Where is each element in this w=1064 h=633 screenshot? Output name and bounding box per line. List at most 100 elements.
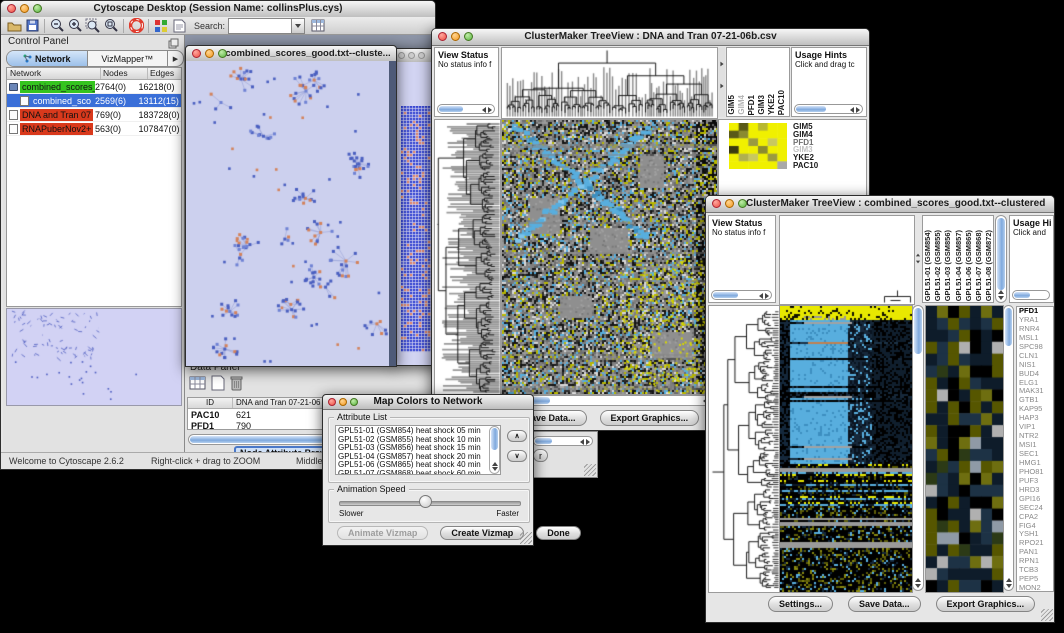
dialog-button[interactable]: Animate Vizmap bbox=[337, 526, 428, 540]
minimize-icon[interactable] bbox=[725, 199, 734, 208]
scroll-thumb[interactable] bbox=[491, 428, 498, 450]
move-down-button[interactable]: ∨ bbox=[507, 450, 527, 462]
close-icon[interactable] bbox=[7, 4, 16, 13]
zoom-window-icon[interactable] bbox=[218, 49, 227, 58]
minimize-icon[interactable] bbox=[451, 32, 460, 41]
gene-label[interactable]: MON2 bbox=[1019, 584, 1053, 592]
network-view-title-bar[interactable]: combined_scores_good.txt--cluste... bbox=[186, 46, 396, 62]
search-dropdown-button[interactable] bbox=[292, 18, 305, 34]
zoom-window-icon[interactable] bbox=[464, 32, 473, 41]
grid-network-canvas[interactable] bbox=[401, 106, 432, 354]
zoom-window-icon[interactable] bbox=[738, 199, 747, 208]
dialog-title-bar[interactable]: Map Colors to Network bbox=[323, 395, 533, 410]
treeview-button[interactable]: Export Graphics... bbox=[600, 410, 700, 426]
dialog-button[interactable]: Done bbox=[536, 526, 581, 540]
help-icon[interactable] bbox=[127, 18, 145, 34]
array-label[interactable]: GIM5 bbox=[727, 95, 737, 115]
array-label[interactable]: GPL51-08 (GSM872) bbox=[984, 230, 994, 301]
array-label[interactable]: GPL51-04 (GSM857) bbox=[954, 230, 964, 301]
scroll-thumb[interactable] bbox=[914, 308, 922, 354]
minimize-icon[interactable] bbox=[339, 398, 347, 406]
zoom-out-icon[interactable] bbox=[48, 18, 66, 34]
zoom-heatmap-canvas[interactable] bbox=[729, 123, 787, 169]
detail-heatmap-canvas[interactable] bbox=[925, 305, 1004, 593]
network-canvas-area[interactable] bbox=[186, 61, 396, 366]
annotation-icon[interactable] bbox=[170, 18, 188, 34]
network-table-row[interactable]: combined_sco 2569(6) 13112(15) bbox=[7, 94, 181, 108]
network-table-row[interactable]: RNAPuberNov2+ 563(0) 107847(0) bbox=[7, 122, 181, 136]
array-label-vscroll[interactable] bbox=[995, 215, 1007, 303]
treeview1-title-bar[interactable]: ClusterMaker TreeView : DNA and Tran 07-… bbox=[432, 29, 869, 46]
attribute-browser-icon[interactable] bbox=[309, 18, 327, 34]
array-label[interactable]: GIM3 bbox=[757, 95, 767, 115]
zoom-in-icon[interactable] bbox=[66, 18, 84, 34]
minimize-icon[interactable] bbox=[408, 52, 415, 59]
usage-hints-hscroll[interactable] bbox=[1012, 290, 1050, 300]
attribute-listbox[interactable]: GPL51-01 (GSM854) heat shock 05 minGPL51… bbox=[335, 425, 501, 475]
dialog-button[interactable]: Create Vizmap bbox=[440, 526, 524, 540]
column-dendrogram-canvas[interactable] bbox=[501, 47, 718, 119]
network-table-row[interactable]: DNA and Tran 07 769(0) 183728(0) bbox=[7, 108, 181, 122]
array-scroll-strip[interactable] bbox=[718, 47, 725, 117]
zoom-fit-icon[interactable] bbox=[84, 18, 102, 34]
array-label[interactable]: GIM4 bbox=[737, 95, 747, 115]
global-vscroll[interactable] bbox=[912, 305, 924, 591]
close-icon[interactable] bbox=[328, 398, 336, 406]
close-icon[interactable] bbox=[712, 199, 721, 208]
array-label[interactable]: GPL51-06 (GSM865) bbox=[964, 230, 974, 301]
zoom-window-icon[interactable] bbox=[418, 52, 425, 59]
search-input[interactable] bbox=[228, 18, 292, 34]
row-dendrogram-canvas[interactable] bbox=[434, 119, 501, 395]
treeview-button[interactable]: Save Data... bbox=[848, 596, 921, 612]
array-label[interactable]: PFD1 bbox=[747, 95, 757, 115]
network-canvas[interactable] bbox=[186, 61, 389, 366]
view-status-hscroll[interactable] bbox=[437, 104, 495, 114]
zoom-window-icon[interactable] bbox=[350, 398, 358, 406]
attribute-item[interactable]: GPL51-07 (GSM868) heat shock 60 min bbox=[338, 470, 500, 476]
network-table-row[interactable]: combined_scores_ 2764(0) 16218(0) bbox=[7, 80, 181, 94]
global-heatmap-canvas[interactable] bbox=[779, 305, 913, 593]
delete-attribute-icon[interactable] bbox=[230, 375, 243, 396]
close-icon[interactable] bbox=[438, 32, 447, 41]
network-overview[interactable] bbox=[6, 308, 182, 406]
overview-canvas[interactable] bbox=[7, 309, 181, 405]
fragment-hscroll[interactable] bbox=[533, 436, 593, 446]
zoom-window-icon[interactable] bbox=[33, 4, 42, 13]
resize-grip[interactable] bbox=[520, 532, 532, 544]
column-dendrogram-canvas[interactable] bbox=[779, 215, 915, 305]
tab-overflow[interactable]: ▶ bbox=[168, 51, 183, 66]
tab-vizmapper[interactable]: VizMapper™ bbox=[88, 51, 169, 66]
vizmapper-icon[interactable] bbox=[152, 18, 170, 34]
array-label[interactable]: GPL51-02 (GSM855) bbox=[933, 230, 943, 301]
zoom-selected-icon[interactable] bbox=[102, 18, 120, 34]
treeview-button[interactable]: Export Graphics... bbox=[936, 596, 1036, 612]
resize-grip[interactable] bbox=[1041, 609, 1053, 621]
treeview2-title-bar[interactable]: ClusterMaker TreeView : combined_scores_… bbox=[706, 196, 1054, 213]
network-table-header[interactable]: Network Nodes Edges bbox=[7, 68, 181, 80]
speed-slider-thumb[interactable] bbox=[419, 495, 432, 508]
scroll-thumb[interactable] bbox=[1005, 308, 1012, 346]
close-icon[interactable] bbox=[398, 52, 405, 59]
attribute-vscroll[interactable] bbox=[489, 426, 500, 474]
treeview-button[interactable]: Settings... bbox=[768, 596, 833, 612]
array-label[interactable]: GPL51-03 (GSM856) bbox=[943, 230, 953, 301]
main-title-bar[interactable]: Cytoscape Desktop (Session Name: collins… bbox=[1, 1, 435, 18]
resize-grip[interactable] bbox=[584, 464, 596, 476]
usage-hints-hscroll[interactable] bbox=[794, 104, 863, 114]
fragment-button[interactable]: r bbox=[533, 449, 548, 462]
detail-vscroll[interactable] bbox=[1003, 305, 1014, 591]
close-icon[interactable] bbox=[192, 49, 201, 58]
new-attribute-icon[interactable] bbox=[211, 375, 225, 396]
scroll-thumb[interactable] bbox=[997, 218, 1005, 290]
attribute-select-icon[interactable] bbox=[189, 375, 206, 396]
row-dendrogram-canvas[interactable] bbox=[708, 305, 780, 593]
array-label[interactable]: YKE2 bbox=[767, 94, 777, 115]
array-label[interactable]: PAC10 bbox=[777, 90, 787, 115]
array-label[interactable]: GPL51-07 (GSM868) bbox=[974, 230, 984, 301]
minimize-icon[interactable] bbox=[205, 49, 214, 58]
heatmap-canvas[interactable] bbox=[501, 119, 718, 395]
gene-label[interactable]: PAC10 bbox=[793, 162, 818, 170]
save-icon[interactable] bbox=[23, 18, 41, 34]
minimize-icon[interactable] bbox=[20, 4, 29, 13]
view-status-hscroll[interactable] bbox=[711, 290, 772, 300]
